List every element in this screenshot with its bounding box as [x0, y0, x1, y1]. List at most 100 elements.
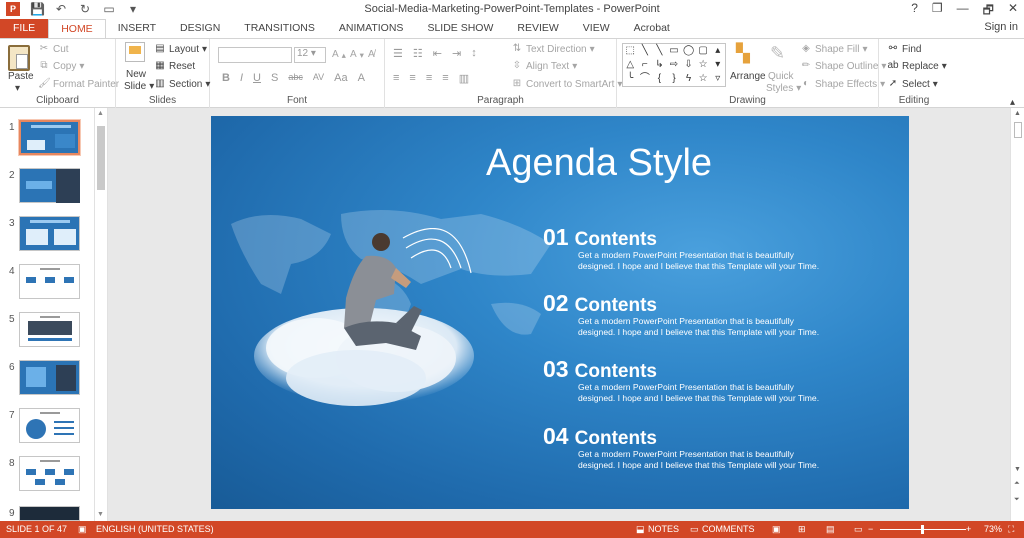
layout-button[interactable]: ▤ Layout ▾ — [154, 43, 207, 55]
shape-outline-button[interactable]: ✏ Shape Outline ▾ — [800, 60, 887, 72]
line2-icon[interactable]: ╲ — [652, 44, 667, 58]
tab-animations[interactable]: ANIMATIONS — [327, 19, 416, 38]
spellcheck-icon[interactable]: ▣ — [78, 521, 87, 538]
notes-icon[interactable]: ⬓ — [636, 521, 645, 538]
slide-thumbnail-2[interactable] — [19, 168, 80, 203]
reset-button[interactable]: ▦ Reset — [154, 60, 195, 72]
freeform-icon[interactable]: ╰ — [623, 72, 638, 86]
zoom-level[interactable]: 73% — [984, 521, 1002, 538]
agenda-item[interactable]: 02 Contents Get a modern PowerPoint Pres… — [543, 290, 873, 338]
char-spacing-button[interactable]: AV — [313, 72, 324, 84]
tab-review[interactable]: REVIEW — [505, 19, 570, 38]
align-center-icon[interactable]: ≡ — [409, 72, 415, 85]
grow-font-icon[interactable]: A ▴ — [332, 49, 346, 60]
align-text-button[interactable]: ⇳ Align Text ▾ — [511, 60, 577, 72]
comments-icon[interactable]: ▭ — [690, 521, 699, 538]
columns-icon[interactable]: ▥ — [459, 72, 469, 85]
agenda-item[interactable]: 03 Contents Get a modern PowerPoint Pres… — [543, 356, 873, 404]
reading-view-icon[interactable]: ▤ — [826, 521, 835, 538]
new-slide-button-label2[interactable]: Slide ▾ — [124, 81, 154, 92]
slide-thumbnail-9[interactable] — [19, 506, 80, 521]
slide-thumbnail-6[interactable] — [19, 360, 80, 395]
replace-button[interactable]: ab Replace ▾ — [887, 60, 946, 72]
collapse-ribbon-icon[interactable]: ▴ — [1010, 97, 1015, 108]
quick-styles-button[interactable]: Quick — [768, 71, 794, 82]
current-slide[interactable]: Agenda Style 01 Contents Get a modern Po… — [211, 116, 909, 509]
tab-slide-show[interactable]: SLIDE SHOW — [415, 19, 505, 38]
star-shape-icon[interactable]: ☆ — [696, 58, 711, 72]
tab-acrobat[interactable]: Acrobat — [622, 19, 682, 38]
new-slide-icon[interactable] — [125, 42, 145, 62]
format-painter-button[interactable]: 🖌 Format Painter — [38, 78, 119, 90]
font-size-input[interactable]: 12 ▾ — [294, 47, 326, 63]
bold-button[interactable]: B — [222, 72, 230, 84]
font-name-input[interactable] — [218, 47, 292, 63]
scroll-down-icon[interactable]: ▾ — [710, 58, 725, 72]
strikethrough-button[interactable]: abc — [288, 72, 303, 84]
slide-thumbnail-1[interactable] — [18, 119, 81, 156]
more-shapes-icon[interactable]: ▴ — [710, 44, 725, 58]
line-icon[interactable]: ╲ — [638, 44, 653, 58]
curve-icon[interactable]: ⌒ — [638, 72, 653, 86]
shadow-button[interactable]: S — [271, 72, 278, 84]
quick-styles-button-label2[interactable]: Styles ▾ — [766, 83, 801, 94]
prev-slide-icon[interactable]: ⏶ — [1014, 480, 1020, 488]
slide-thumbnail-7[interactable] — [19, 408, 80, 443]
rectangle-icon[interactable]: ▭ — [667, 44, 682, 58]
change-case-button[interactable]: Aa — [334, 72, 347, 84]
paste-button[interactable]: Paste — [8, 71, 34, 82]
copy-button[interactable]: ⧉ Copy ▾ — [38, 60, 84, 72]
agenda-item[interactable]: 04 Contents Get a modern PowerPoint Pres… — [543, 423, 873, 471]
arrow-right-icon[interactable]: ⇨ — [667, 58, 682, 72]
underline-button[interactable]: U — [253, 72, 261, 84]
tab-home[interactable]: HOME — [48, 19, 106, 38]
find-button[interactable]: ⚯ Find — [887, 43, 922, 55]
slide-editor-canvas[interactable]: Agenda Style 01 Contents Get a modern Po… — [108, 108, 1010, 521]
language-indicator[interactable]: ENGLISH (UNITED STATES) — [96, 521, 214, 538]
rect-select-icon[interactable]: ⬚ — [623, 44, 638, 58]
font-color-button[interactable]: A — [358, 72, 365, 84]
fit-slide-icon[interactable]: ⛶ — [1008, 521, 1014, 538]
slide-thumbnail-5[interactable] — [19, 312, 80, 347]
arrow-down-icon[interactable]: ⇩ — [681, 58, 696, 72]
zoom-out-icon[interactable]: − — [868, 521, 873, 538]
shapes-gallery[interactable]: ⬚ ╲ ╲ ▭ ◯ ▢ ▴ △ ⌐ ↳ ⇨ ⇩ ☆ ▾ ╰ ⌒{} ϟ ☆ ▿ — [622, 43, 726, 87]
slide-thumbnail-3[interactable] — [19, 216, 80, 251]
zoom-in-icon[interactable]: + — [966, 521, 971, 538]
increase-indent-icon[interactable]: ⇥ — [452, 47, 461, 60]
quick-styles-icon[interactable]: ✎ — [770, 43, 785, 64]
brace-icon[interactable]: { — [652, 72, 667, 86]
slide-thumbnail-8[interactable] — [19, 456, 80, 491]
select-button[interactable]: ➚ Select ▾ — [887, 78, 938, 90]
align-right-icon[interactable]: ≡ — [426, 72, 432, 85]
triangle-icon[interactable]: △ — [623, 58, 638, 72]
shape-fill-button[interactable]: ◈ Shape Fill ▾ — [800, 43, 867, 55]
star-icon[interactable]: ☆ — [696, 72, 711, 86]
thumbnails-scrollbar[interactable]: ▲ ▼ — [94, 108, 106, 521]
zoom-slider-knob[interactable] — [921, 525, 924, 534]
slide-title[interactable]: Agenda Style — [211, 142, 909, 185]
elbow-icon[interactable]: ⌐ — [638, 58, 653, 72]
expand-icon[interactable]: ▿ — [710, 72, 725, 86]
oval-icon[interactable]: ◯ — [681, 44, 696, 58]
clear-format-icon[interactable]: A̸ — [368, 49, 375, 60]
scroll-thumb[interactable] — [1014, 122, 1022, 138]
new-slide-button[interactable]: New — [126, 69, 146, 80]
comments-button[interactable]: COMMENTS — [702, 521, 755, 538]
scroll-down-icon[interactable]: ▼ — [97, 511, 104, 518]
scroll-up-icon[interactable]: ▲ — [1014, 110, 1021, 117]
scroll-thumb[interactable] — [97, 126, 105, 190]
tab-file[interactable]: FILE — [0, 19, 49, 38]
slide-sorter-icon[interactable]: ⊞ — [798, 521, 806, 538]
rounded-rect-icon[interactable]: ▢ — [696, 44, 711, 58]
slide-thumbnail-4[interactable] — [19, 264, 80, 299]
notes-button[interactable]: NOTES — [648, 521, 679, 538]
sign-in-link[interactable]: Sign in — [984, 21, 1018, 33]
tab-view[interactable]: VIEW — [571, 19, 622, 38]
bullets-icon[interactable]: ☰ — [393, 47, 403, 60]
agenda-item[interactable]: 01 Contents Get a modern PowerPoint Pres… — [543, 224, 873, 272]
next-slide-icon[interactable]: ⏷ — [1014, 496, 1020, 504]
tab-insert[interactable]: INSERT — [106, 19, 168, 38]
shape-effects-button[interactable]: ◐ Shape Effects ▾ — [800, 78, 885, 90]
italic-button[interactable]: I — [240, 72, 243, 84]
